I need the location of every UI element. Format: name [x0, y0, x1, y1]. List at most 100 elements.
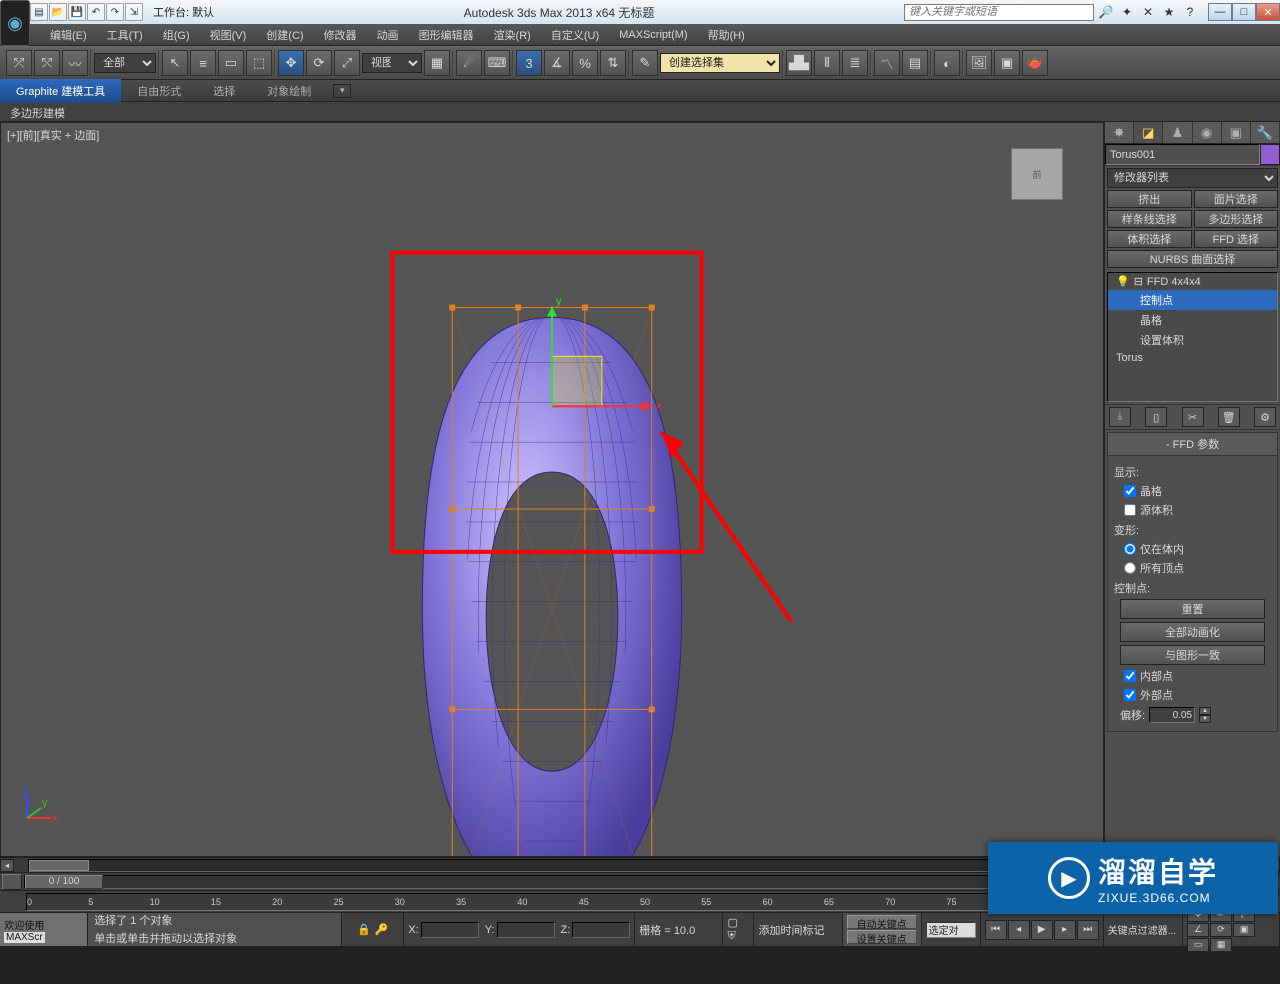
radio-allverts[interactable]: 所有顶点 — [1124, 560, 1271, 576]
object-color-swatch[interactable] — [1260, 144, 1280, 165]
chk-inner[interactable]: 内部点 — [1124, 668, 1271, 684]
stack-showend-icon[interactable]: ▯ — [1145, 407, 1167, 427]
menu-render[interactable]: 渲染(R) — [484, 24, 541, 46]
window-min-button[interactable]: — — [1208, 3, 1232, 21]
menu-create[interactable]: 创建(C) — [256, 24, 313, 46]
chk-lattice[interactable]: 晶格 — [1124, 483, 1271, 499]
render-setup-icon[interactable]: 🖼 — [966, 50, 992, 76]
setkey-button[interactable]: 设置关键点 — [847, 930, 917, 944]
menu-edit[interactable]: 编辑(E) — [40, 24, 97, 46]
stack-unique-icon[interactable]: ✂ — [1182, 407, 1204, 427]
mirror-icon[interactable]: ▟▙ — [786, 50, 812, 76]
stack-sub-lattice[interactable]: 晶格 — [1108, 310, 1277, 330]
autokey-button[interactable]: 自动关键点 — [847, 915, 917, 929]
exchange-icon[interactable]: ✕ — [1138, 3, 1158, 21]
curve-editor-icon[interactable]: 〽 — [874, 50, 900, 76]
modbtn-ffdsel[interactable]: FFD 选择 — [1194, 230, 1279, 248]
qat-new-icon[interactable]: ▤ — [30, 3, 48, 21]
keyfilter-button[interactable]: 关键点过滤器... — [1104, 913, 1183, 946]
chk-outer[interactable]: 外部点 — [1124, 687, 1271, 703]
scroll-thumb[interactable] — [29, 860, 89, 871]
stack-base-torus[interactable]: Torus — [1108, 350, 1277, 366]
manipulate-icon[interactable]: ☄ — [456, 50, 482, 76]
goto-start-icon[interactable]: ⏮ — [985, 920, 1007, 940]
help-icon[interactable]: ? — [1180, 3, 1200, 21]
infocenter-icon[interactable]: 🔎 — [1096, 3, 1116, 21]
cp-tab-hierarchy-icon[interactable]: ♟ — [1163, 122, 1192, 143]
snap-toggle-3-icon[interactable]: 3 — [516, 50, 542, 76]
nav-orbit-icon[interactable]: ⟳ — [1210, 923, 1232, 937]
ribbon-expand-icon[interactable]: ▾ — [333, 84, 351, 98]
nav-max-icon[interactable]: ▣ — [1233, 923, 1255, 937]
selection-filter-select[interactable]: 全部 — [94, 53, 156, 73]
prev-frame-icon[interactable]: ◂ — [1008, 920, 1030, 940]
select-object-icon[interactable]: ↖ — [162, 50, 188, 76]
named-sel-set-select[interactable]: 创建选择集 — [660, 53, 780, 73]
menu-grapheditors[interactable]: 图形编辑器 — [409, 24, 484, 46]
unlink-icon[interactable]: ⤲ — [34, 50, 60, 76]
modifier-stack[interactable]: 💡 ⊟ FFD 4x4x4 控制点 晶格 设置体积 Torus — [1107, 272, 1278, 402]
percent-snap-icon[interactable]: % — [572, 50, 598, 76]
btn-reset[interactable]: 重置 — [1120, 599, 1265, 619]
cp-tab-display-icon[interactable]: ▣ — [1222, 122, 1251, 143]
ribbon-tab-paint[interactable]: 对象绘制 — [251, 79, 327, 103]
select-rotate-icon[interactable]: ⟳ — [306, 50, 332, 76]
align-icon[interactable]: ⫴ — [814, 50, 840, 76]
workspace-selector[interactable]: 工作台: 默认 — [153, 4, 214, 20]
edit-named-sel-icon[interactable]: ✎ — [632, 50, 658, 76]
window-close-button[interactable]: ✕ — [1256, 3, 1280, 21]
fav-icon[interactable]: ★ — [1159, 3, 1179, 21]
cp-tab-motion-icon[interactable]: ◉ — [1193, 122, 1222, 143]
help-search-input[interactable] — [904, 4, 1094, 21]
select-move-icon[interactable]: ✥ — [278, 50, 304, 76]
material-editor-icon[interactable]: ◐ — [934, 50, 960, 76]
nav-fov-icon[interactable]: ∠ — [1187, 923, 1209, 937]
timeslider-rewind-icon[interactable] — [2, 874, 22, 890]
ribbon-tab-freeform[interactable]: 自由形式 — [121, 79, 197, 103]
modbtn-nurbssel[interactable]: NURBS 曲面选择 — [1107, 250, 1278, 268]
render-icon[interactable]: 🫖 — [1022, 50, 1048, 76]
viewport-front[interactable]: [+][前][真实 + 边面] 前 — [0, 122, 1104, 857]
lockui-icon[interactable]: ⛨ — [727, 930, 749, 943]
qat-open-icon[interactable]: 📂 — [49, 3, 67, 21]
scroll-left-icon[interactable]: ◂ — [0, 859, 14, 872]
stack-configure-icon[interactable]: ⚙ — [1254, 407, 1276, 427]
menu-views[interactable]: 视图(V) — [200, 24, 257, 46]
x-input[interactable] — [421, 922, 479, 938]
stack-ffd[interactable]: 💡 ⊟ FFD 4x4x4 — [1108, 273, 1277, 290]
object-name-input[interactable] — [1105, 144, 1260, 165]
goto-end-icon[interactable]: ⏭ — [1077, 920, 1099, 940]
select-link-icon[interactable]: ⤱ — [6, 50, 32, 76]
key-mode-icon[interactable]: 🔑 — [375, 923, 389, 936]
qat-redo-icon[interactable]: ↷ — [106, 3, 124, 21]
cp-tab-create-icon[interactable]: ✸ — [1105, 122, 1134, 143]
y-input[interactable] — [497, 922, 555, 938]
stack-remove-icon[interactable]: 🗑 — [1218, 407, 1240, 427]
select-name-icon[interactable]: ≡ — [190, 50, 216, 76]
qat-undo-icon[interactable]: ↶ — [87, 3, 105, 21]
play-icon[interactable]: ▶ — [1031, 920, 1053, 940]
modbtn-extrude[interactable]: 挤出 — [1107, 190, 1192, 208]
modifier-list-select[interactable]: 修改器列表 — [1107, 168, 1278, 188]
stack-sub-setvolume[interactable]: 设置体积 — [1108, 330, 1277, 350]
schematic-view-icon[interactable]: ▤ — [902, 50, 928, 76]
radio-involume[interactable]: 仅在体内 — [1124, 541, 1271, 557]
menu-customize[interactable]: 自定义(U) — [541, 24, 609, 46]
ribbon-tab-graphite[interactable]: Graphite 建模工具 — [0, 79, 121, 103]
menu-modifiers[interactable]: 修改器 — [314, 24, 367, 46]
isolate-icon[interactable]: ▢ — [727, 916, 749, 929]
menu-help[interactable]: 帮助(H) — [698, 24, 755, 46]
rendered-frame-icon[interactable]: ▣ — [994, 50, 1020, 76]
chk-sourcevol[interactable]: 源体积 — [1124, 502, 1271, 518]
qat-link-icon[interactable]: ⇲ — [125, 3, 143, 21]
lock-selection-icon[interactable]: 🔒 — [357, 923, 371, 936]
menu-maxscript[interactable]: MAXScript(M) — [609, 26, 697, 44]
offset-spinner[interactable]: ▲▼ — [1199, 707, 1211, 723]
menu-tools[interactable]: 工具(T) — [97, 24, 153, 46]
stack-pin-icon[interactable]: ⫰ — [1109, 407, 1131, 427]
app-menu-button[interactable]: ◉ — [0, 0, 30, 46]
ref-coord-select[interactable]: 视图 — [362, 53, 422, 73]
stack-sub-controlpoints[interactable]: 控制点 — [1108, 290, 1277, 310]
timeslider-handle[interactable]: 0 / 100 — [25, 875, 103, 889]
modbtn-splinesel[interactable]: 样条线选择 — [1107, 210, 1192, 228]
